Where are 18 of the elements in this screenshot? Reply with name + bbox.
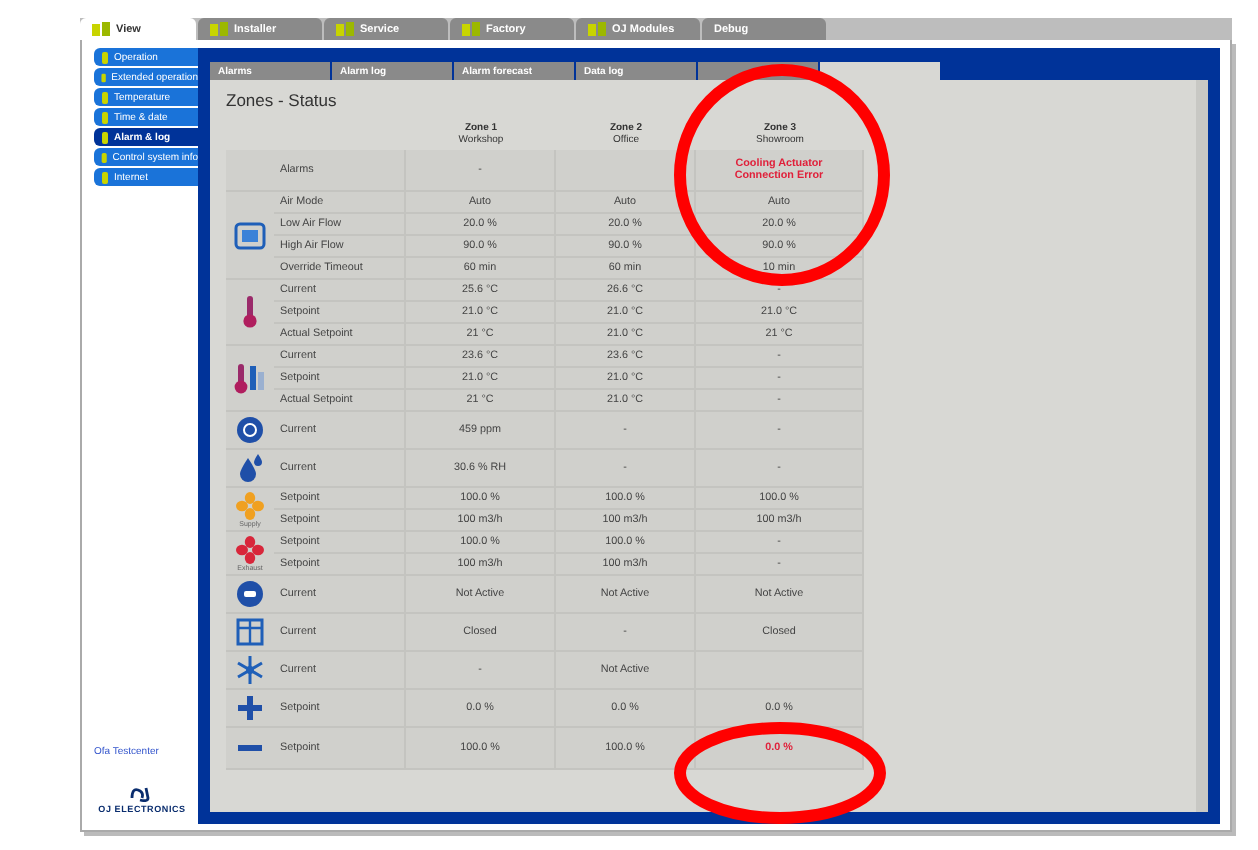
snowflake-icon [236, 656, 264, 684]
sub-tab[interactable] [820, 62, 940, 80]
tab-icon [588, 22, 606, 36]
drops-icon [236, 454, 264, 482]
plus-icon [236, 694, 264, 722]
tab-icon [92, 22, 110, 36]
fan-icon [236, 491, 264, 519]
co2-icon [236, 416, 264, 444]
motion-sensor-icon [236, 580, 264, 608]
tab-icon [336, 22, 354, 36]
fan-icon [236, 535, 264, 563]
tab-icon [210, 22, 228, 36]
thermometer-icon [240, 296, 260, 328]
window-icon [236, 618, 264, 646]
tab-icon [462, 22, 480, 36]
monitor-icon [234, 221, 266, 249]
floor-thermometer-icon [234, 362, 266, 394]
page-title: Zones - Status [226, 90, 339, 110]
